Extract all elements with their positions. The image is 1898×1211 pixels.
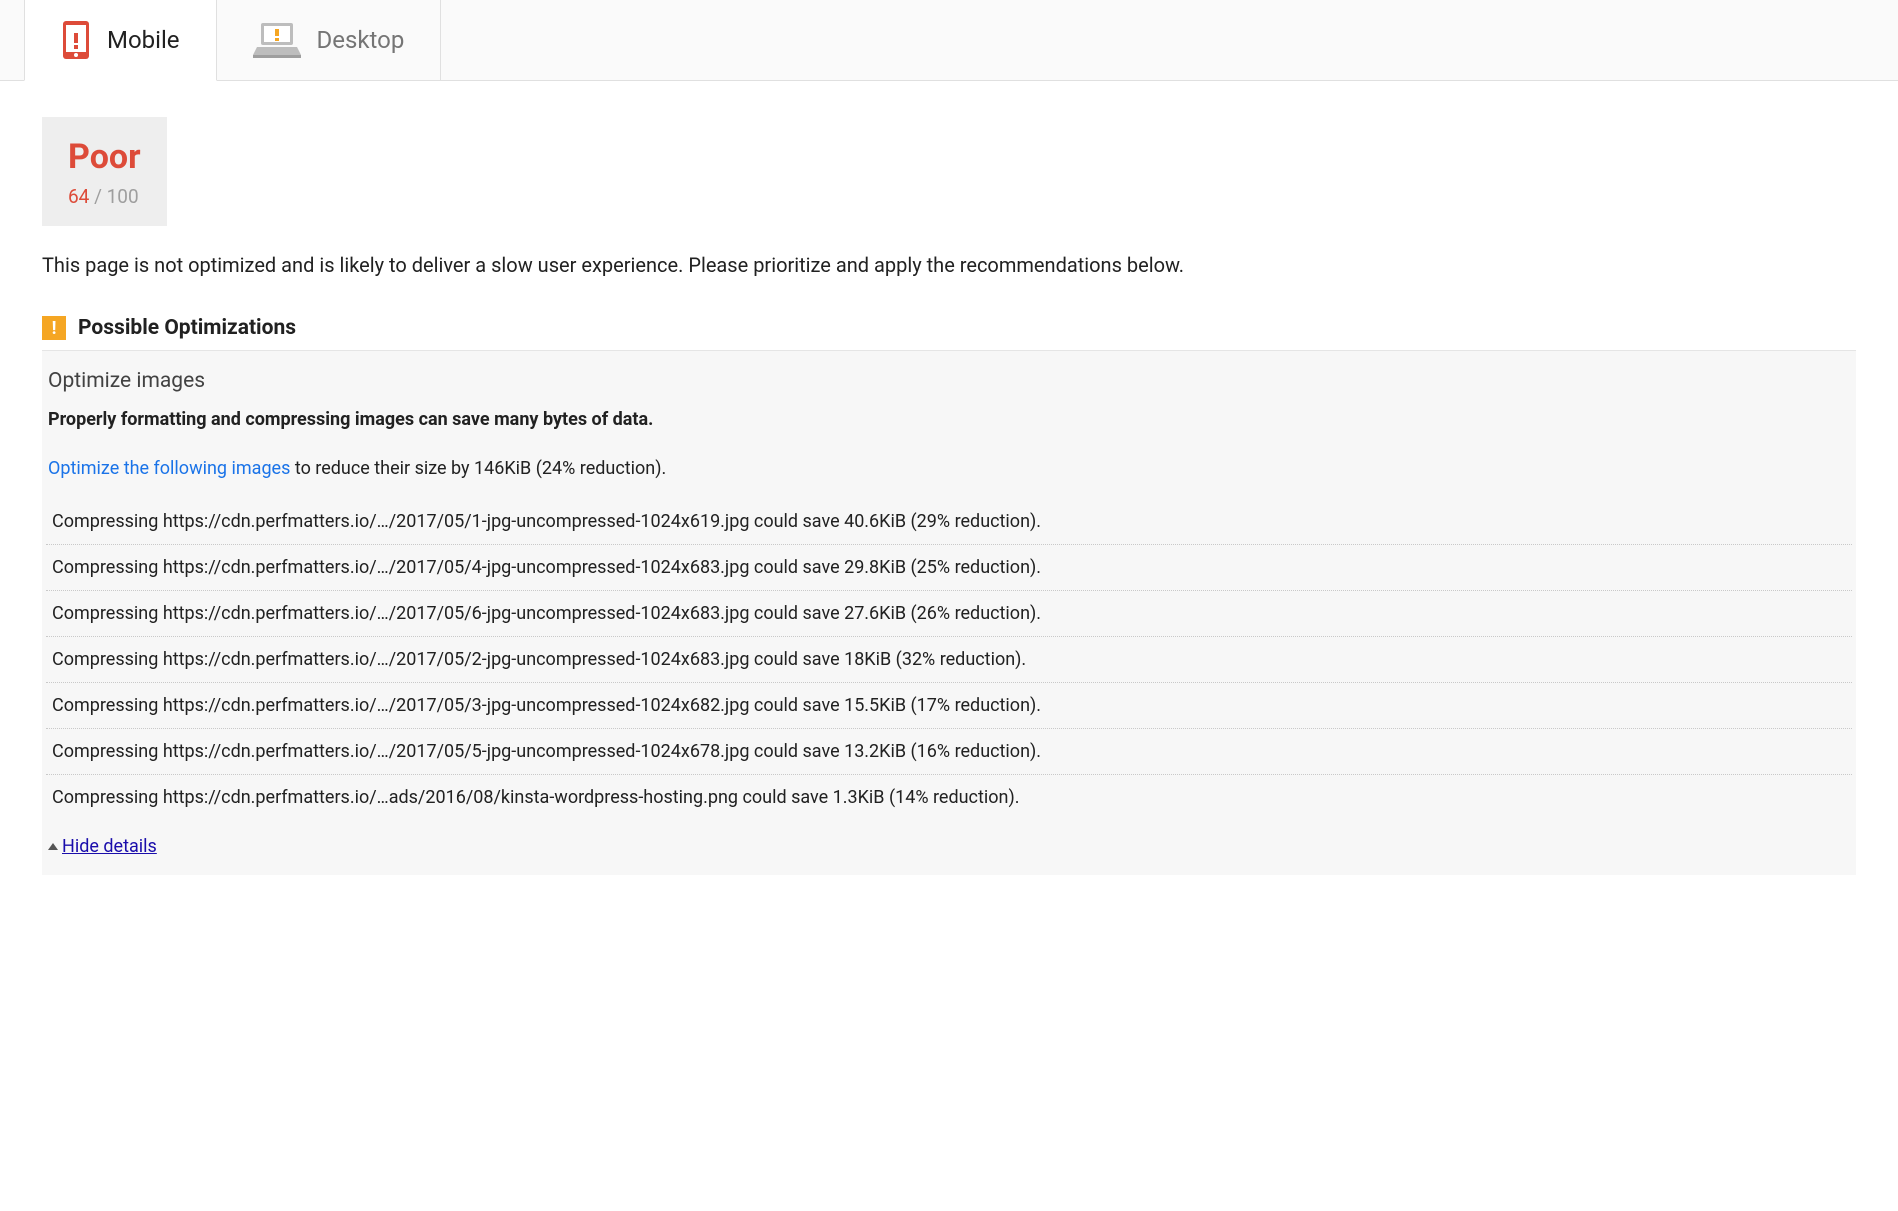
hide-details-label: Hide details [62, 836, 157, 857]
triangle-up-icon [48, 843, 58, 850]
list-item: Compressing https://cdn.perfmatters.io/…… [46, 591, 1852, 637]
optimize-images-link[interactable]: Optimize the following images [48, 458, 290, 479]
list-item: Compressing https://cdn.perfmatters.io/…… [46, 499, 1852, 545]
rule-description: Properly formatting and compressing imag… [42, 409, 1856, 458]
list-item: Compressing https://cdn.perfmatters.io/…… [46, 729, 1852, 775]
warning-icon: ! [42, 316, 66, 340]
device-tabs: Mobile Desktop [0, 0, 1898, 81]
hide-details-link[interactable]: Hide details [42, 836, 157, 857]
optimization-items: Compressing https://cdn.perfmatters.io/…… [42, 499, 1856, 820]
list-item: Compressing https://cdn.perfmatters.io/…… [46, 775, 1852, 820]
rule-summary: Optimize the following images to reduce … [42, 458, 1856, 499]
list-item: Compressing https://cdn.perfmatters.io/…… [46, 637, 1852, 683]
section-title: Possible Optimizations [78, 316, 296, 340]
score-rating: Poor [68, 137, 141, 177]
tab-desktop[interactable]: Desktop [217, 0, 442, 80]
score-line: 64 / 100 [68, 185, 141, 208]
tab-mobile-label: Mobile [107, 26, 180, 54]
rule-title: Optimize images [42, 369, 1856, 409]
score-separator: / [89, 185, 106, 208]
score-max: 100 [107, 185, 139, 208]
tab-mobile[interactable]: Mobile [24, 0, 217, 81]
score-card: Poor 64 / 100 [42, 117, 167, 226]
content-area: Poor 64 / 100 This page is not optimized… [0, 81, 1898, 911]
list-item: Compressing https://cdn.perfmatters.io/…… [46, 683, 1852, 729]
rule-summary-suffix: to reduce their size by 146KiB (24% redu… [290, 458, 666, 479]
score-value: 64 [68, 185, 89, 208]
section-header: ! Possible Optimizations [42, 312, 1856, 350]
summary-text: This page is not optimized and is likely… [42, 250, 1856, 280]
mobile-icon [61, 20, 91, 60]
optimization-panel: Optimize images Properly formatting and … [42, 350, 1856, 875]
list-item: Compressing https://cdn.perfmatters.io/…… [46, 545, 1852, 591]
tab-desktop-label: Desktop [317, 26, 405, 54]
desktop-icon [253, 21, 301, 59]
